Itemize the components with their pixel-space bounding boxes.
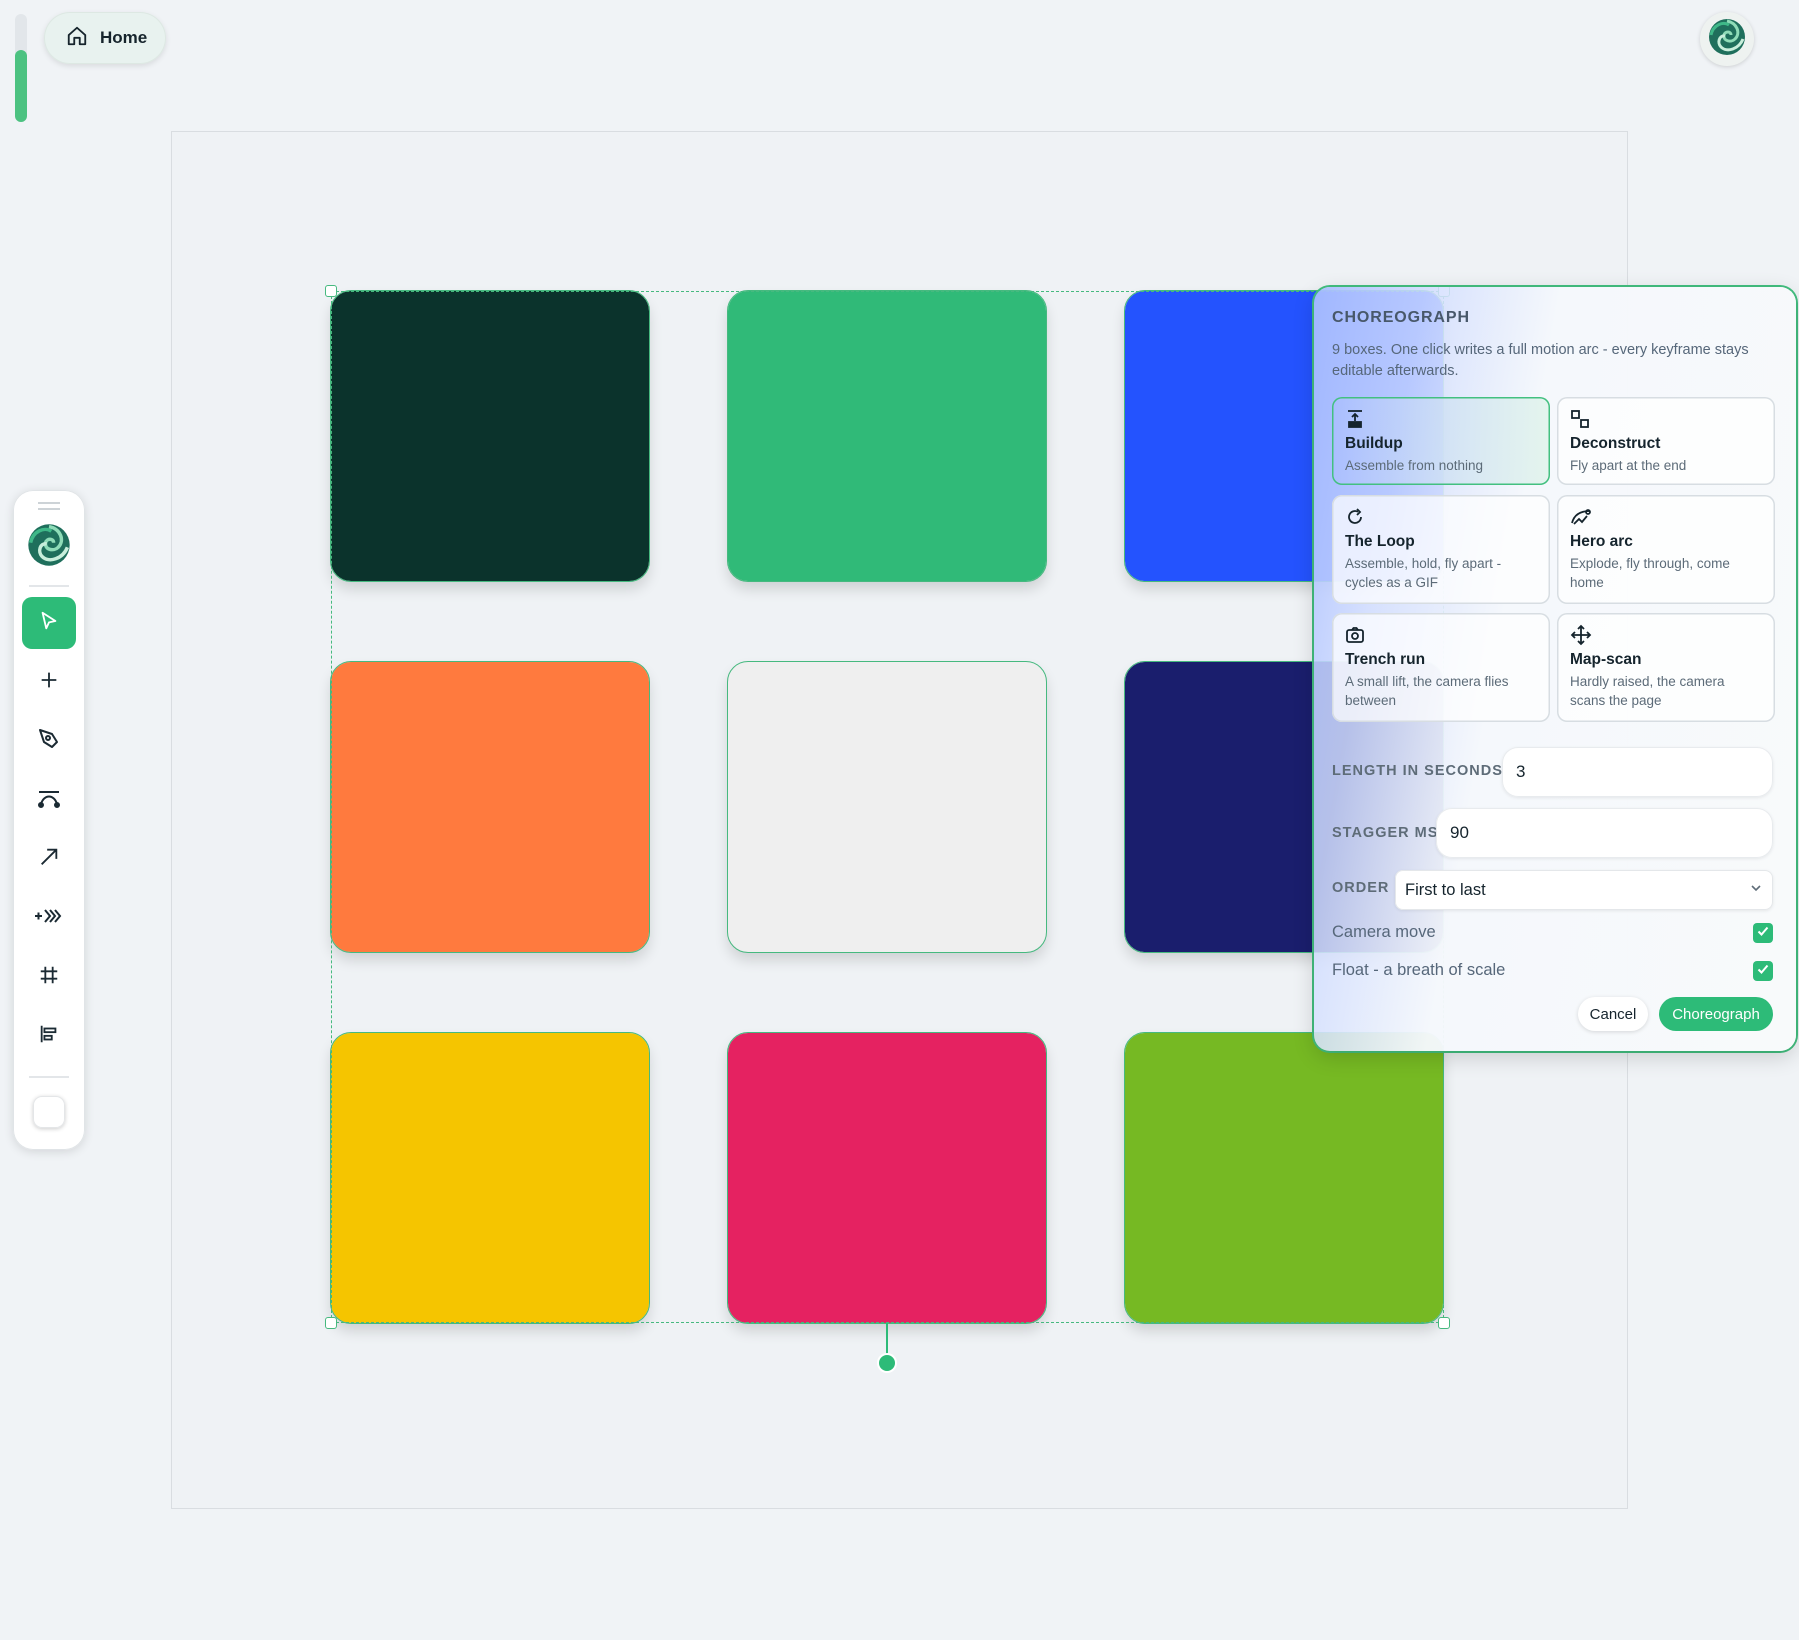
preset-card-the-loop[interactable]: The Loop Assemble, hold, fly apart - cyc… <box>1332 495 1550 604</box>
preset-card-trench-run[interactable]: Trench run A small lift, the camera flie… <box>1332 613 1550 722</box>
fill-color-swatch[interactable] <box>33 1096 65 1128</box>
preset-name: Deconstruct <box>1570 435 1661 452</box>
preset-card-deconstruct[interactable]: Deconstruct Fly apart at the end <box>1557 397 1775 485</box>
preset-description: A small lift, the camera flies between <box>1345 674 1509 708</box>
select-tool-button[interactable] <box>22 597 76 649</box>
selection-box <box>331 291 1444 1323</box>
toolbar-divider <box>29 585 69 587</box>
swirl-logo-icon <box>26 522 72 573</box>
preset-description: Assemble from nothing <box>1345 458 1484 473</box>
cursor-arrow-icon <box>38 610 60 637</box>
grid-tool-button[interactable] <box>22 951 76 1003</box>
cancel-button[interactable]: Cancel <box>1578 997 1648 1031</box>
arrow-tool-button[interactable] <box>22 833 76 885</box>
move-arrows-icon <box>1570 623 1762 647</box>
home-icon <box>66 25 88 52</box>
home-label: Home <box>100 28 148 47</box>
pen-tool-button[interactable] <box>22 715 76 767</box>
align-tool-button[interactable] <box>22 1010 76 1062</box>
rotation-handle-stem <box>886 1323 888 1357</box>
order-selected-value: First to last <box>1405 880 1486 899</box>
float-checkbox[interactable] <box>1753 961 1773 981</box>
avatar[interactable] <box>1700 12 1754 66</box>
tool-sidebar <box>13 490 85 1150</box>
home-button[interactable]: Home <box>44 12 166 64</box>
scrollbar-thumb[interactable] <box>15 50 27 122</box>
checkmark-icon <box>1756 924 1770 943</box>
preset-card-map-scan[interactable]: Map-scan Hardly raised, the camera scans… <box>1557 613 1775 722</box>
hash-grid-icon <box>38 964 60 991</box>
length-label: LENGTH IN SECONDS <box>1332 763 1503 779</box>
vertical-scrollbar[interactable] <box>15 14 27 122</box>
preset-description: Assemble, hold, fly apart - cycles as a … <box>1345 556 1502 590</box>
loop-arrow-icon <box>1345 505 1537 529</box>
resize-handle-top-left[interactable] <box>325 285 337 297</box>
stack-up-icon <box>1345 407 1537 431</box>
panel-title: CHOREOGRAPH <box>1332 309 1470 326</box>
drag-handle[interactable] <box>38 502 60 504</box>
curve-tool-button[interactable] <box>22 774 76 826</box>
hero-arc-icon <box>1570 505 1762 529</box>
preset-name: The Loop <box>1345 533 1415 550</box>
pen-nib-icon <box>37 727 61 756</box>
motion-tool-button[interactable] <box>22 892 76 944</box>
split-squares-icon <box>1570 407 1762 431</box>
add-tool-button[interactable] <box>22 656 76 708</box>
choreograph-button[interactable]: Choreograph <box>1659 997 1773 1031</box>
panel-description: 9 boxes. One click writes a full motion … <box>1332 342 1749 379</box>
preset-description: Hardly raised, the camera scans the page <box>1570 674 1725 708</box>
choreograph-panel: CHOREOGRAPH 9 boxes. One click writes a … <box>1314 287 1796 1051</box>
plus-icon <box>38 669 60 696</box>
length-seconds-input[interactable] <box>1502 747 1773 797</box>
align-left-icon <box>38 1023 60 1050</box>
arrow-up-right-icon <box>38 846 60 873</box>
drag-handle-line[interactable] <box>38 508 60 510</box>
preset-name: Trench run <box>1345 651 1426 668</box>
camera-move-label: Camera move <box>1332 923 1436 941</box>
checkmark-icon <box>1756 962 1770 981</box>
preset-card-hero-arc[interactable]: Hero arc Explode, fly through, come home <box>1557 495 1775 604</box>
preset-description: Explode, fly through, come home <box>1570 556 1730 590</box>
resize-handle-bottom-right[interactable] <box>1438 1317 1450 1329</box>
float-label: Float - a breath of scale <box>1332 961 1506 979</box>
rotation-handle[interactable] <box>879 1355 895 1371</box>
app-logo[interactable] <box>26 522 72 573</box>
stagger-label: STAGGER MS <box>1332 825 1439 841</box>
fast-forward-plus-icon <box>34 905 64 932</box>
bezier-curve-icon <box>36 786 62 815</box>
preset-card-buildup[interactable]: Buildup Assemble from nothing <box>1332 397 1550 485</box>
preset-description: Fly apart at the end <box>1570 458 1687 473</box>
camera-move-checkbox[interactable] <box>1753 923 1773 943</box>
swirl-logo-icon <box>1707 17 1747 62</box>
preset-name: Buildup <box>1345 435 1403 452</box>
camera-icon <box>1345 623 1537 647</box>
preset-name: Hero arc <box>1570 533 1633 550</box>
chevron-down-icon <box>1749 881 1763 900</box>
preset-name: Map-scan <box>1570 651 1642 668</box>
order-label: ORDER <box>1332 880 1390 896</box>
toolbar-divider <box>29 1076 69 1078</box>
stagger-ms-input[interactable] <box>1436 808 1773 858</box>
resize-handle-bottom-left[interactable] <box>325 1317 337 1329</box>
order-select[interactable]: First to last <box>1395 870 1773 910</box>
